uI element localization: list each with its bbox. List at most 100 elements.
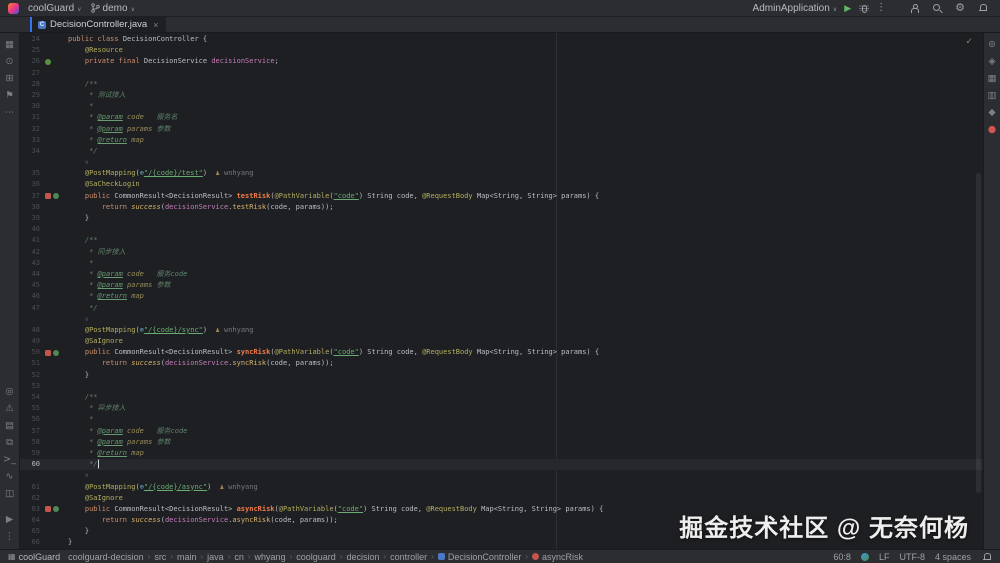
code-line-46[interactable]: 46 * @return map [20, 291, 983, 302]
app-logo-icon[interactable] [8, 2, 19, 14]
ai-assistant-icon[interactable]: ◆ [984, 106, 1000, 120]
settings-gear-icon[interactable]: ⚙ [955, 2, 965, 14]
breadcrumb-item[interactable]: coolguard [296, 552, 336, 562]
code-line-58[interactable]: 58 * @param params 参数 [20, 437, 983, 448]
code-line-41[interactable]: 41 /** [20, 235, 983, 246]
search-tool-icon[interactable]: ◎ [0, 385, 19, 399]
code-line-60[interactable]: 60 */ [20, 459, 983, 471]
code-line-32[interactable]: 32 * @param params 参数 [20, 124, 983, 135]
line-number[interactable]: 58 [23, 437, 40, 448]
services-icon[interactable]: ⧉ [0, 436, 19, 450]
status-notifications-icon[interactable] [981, 551, 992, 562]
plugin-icon[interactable]: ● [984, 123, 1000, 137]
line-number[interactable]: 50 [23, 347, 40, 358]
code-line-35[interactable]: 35 @PostMapping(⊕"/{code}/test") ♟ wnhya… [20, 168, 983, 179]
project-icon[interactable]: ▦ [0, 38, 19, 52]
database-icon[interactable]: ▥ [984, 89, 1000, 103]
code-line-39[interactable]: 39 } [20, 213, 983, 224]
line-ending-indicator[interactable]: LF [879, 552, 890, 562]
editor[interactable]: 24 public class DecisionController {25 @R… [20, 33, 983, 549]
line-number[interactable]: 62 [23, 493, 40, 504]
line-number[interactable]: 48 [23, 325, 40, 336]
code-line-51[interactable]: 51 return success(decisionService.syncRi… [20, 358, 983, 369]
breadcrumb-item[interactable]: main [177, 552, 197, 562]
notifications-bell-icon[interactable] [977, 3, 988, 14]
code-line-57[interactable]: 57 * @param code 服务code [20, 426, 983, 437]
line-number[interactable]: 39 [23, 213, 40, 224]
breadcrumb-item[interactable]: DecisionController [437, 552, 521, 562]
run-button[interactable]: ▶ [844, 3, 851, 13]
line-number[interactable]: 38 [23, 202, 40, 213]
code-line-49[interactable]: 49 @SaIgnore [20, 336, 983, 347]
line-number[interactable]: 61 [23, 482, 40, 493]
editor-scrollbar[interactable] [976, 173, 981, 493]
line-number[interactable]: 42 [23, 247, 40, 258]
line-number[interactable]: 65 [23, 526, 40, 537]
code-line-53[interactable]: 53 [20, 381, 983, 392]
bookmarks-icon[interactable]: ⚑ [0, 89, 19, 103]
vcs-branch-widget[interactable]: demo ∨ [90, 3, 135, 14]
code-line-55[interactable]: 55 * 异步接入 [20, 403, 983, 414]
code-line-43[interactable]: 43 * [20, 258, 983, 269]
line-number[interactable]: 54 [23, 392, 40, 403]
inlay-hint-row[interactable]: ∨ [20, 470, 983, 481]
debug-button[interactable] [858, 3, 869, 14]
problems-icon[interactable]: ⚠ [0, 402, 19, 416]
code-line-36[interactable]: 36 @SaCheckLogin [20, 179, 983, 190]
line-number[interactable]: 32 [23, 124, 40, 135]
encoding-indicator[interactable]: UTF-8 [899, 552, 925, 562]
endpoint-icon[interactable] [45, 193, 51, 200]
line-number[interactable]: 53 [23, 381, 40, 392]
code-line-40[interactable]: 40 [20, 224, 983, 235]
code-line-45[interactable]: 45 * @param params 参数 [20, 280, 983, 291]
line-number[interactable]: 47 [23, 303, 40, 314]
code-line-47[interactable]: 47 */ [20, 303, 983, 314]
code-line-29[interactable]: 29 * 测试接入 [20, 90, 983, 101]
breadcrumb-item[interactable]: coolguard-decision [68, 552, 144, 562]
code-line-37[interactable]: 37 public CommonResult<DecisionResult> t… [20, 191, 983, 202]
request-mapping-icon[interactable] [53, 193, 59, 200]
code-line-52[interactable]: 52 } [20, 370, 983, 381]
indent-indicator[interactable]: 4 spaces [935, 552, 971, 562]
code-line-25[interactable]: 25 @Resource [20, 45, 983, 56]
line-number[interactable]: 51 [23, 358, 40, 369]
todo-icon[interactable]: ▤ [0, 419, 19, 433]
line-number[interactable]: 29 [23, 90, 40, 101]
code-analysis-icon[interactable] [860, 552, 869, 561]
request-mapping-icon[interactable] [53, 506, 59, 513]
line-number[interactable]: 56 [23, 414, 40, 425]
caret-position[interactable]: 60:8 [833, 552, 851, 562]
line-number[interactable]: 45 [23, 280, 40, 291]
line-number[interactable]: 40 [23, 224, 40, 235]
breadcrumb-item[interactable]: whyang [255, 552, 286, 562]
code-line-26[interactable]: 26 private final DecisionService decisio… [20, 56, 983, 67]
breadcrumb-item[interactable]: cn [234, 552, 244, 562]
code-line-59[interactable]: 59 * @return map [20, 448, 983, 459]
breadcrumb-item[interactable]: decision [346, 552, 379, 562]
code-line-50[interactable]: 50 public CommonResult<DecisionResult> s… [20, 347, 983, 358]
line-number[interactable]: 64 [23, 515, 40, 526]
breadcrumb-item[interactable]: java [207, 552, 224, 562]
line-number[interactable]: 55 [23, 403, 40, 414]
line-number[interactable]: 66 [23, 537, 40, 548]
code-line-54[interactable]: 54 /** [20, 392, 983, 403]
code-line-62[interactable]: 62 @SaIgnore [20, 493, 983, 504]
line-number[interactable]: 33 [23, 135, 40, 146]
line-number[interactable]: 35 [23, 168, 40, 179]
line-number[interactable]: 26 [23, 56, 40, 67]
line-number[interactable] [23, 470, 40, 481]
structure-icon[interactable]: ⊞ [0, 72, 19, 86]
endpoint-icon[interactable] [45, 349, 51, 356]
line-number[interactable]: 60 [23, 459, 40, 470]
inspections-ok-icon[interactable]: ✓ [965, 36, 973, 47]
build-icon[interactable]: ◫ [0, 487, 19, 501]
code-line-30[interactable]: 30 * [20, 101, 983, 112]
code-line-44[interactable]: 44 * @param code 服务code [20, 269, 983, 280]
endpoints-icon[interactable]: ∿ [0, 470, 19, 484]
line-number[interactable]: 28 [23, 79, 40, 90]
line-number[interactable]: 34 [23, 146, 40, 157]
code-line-61[interactable]: 61 @PostMapping(⊕"/{code}/async") ♟ wnhy… [20, 482, 983, 493]
line-number[interactable]: 43 [23, 258, 40, 269]
inlay-hint-row[interactable]: ∨ [20, 314, 983, 325]
tab-decisioncontroller[interactable]: C DecisionController.java × [30, 17, 167, 32]
